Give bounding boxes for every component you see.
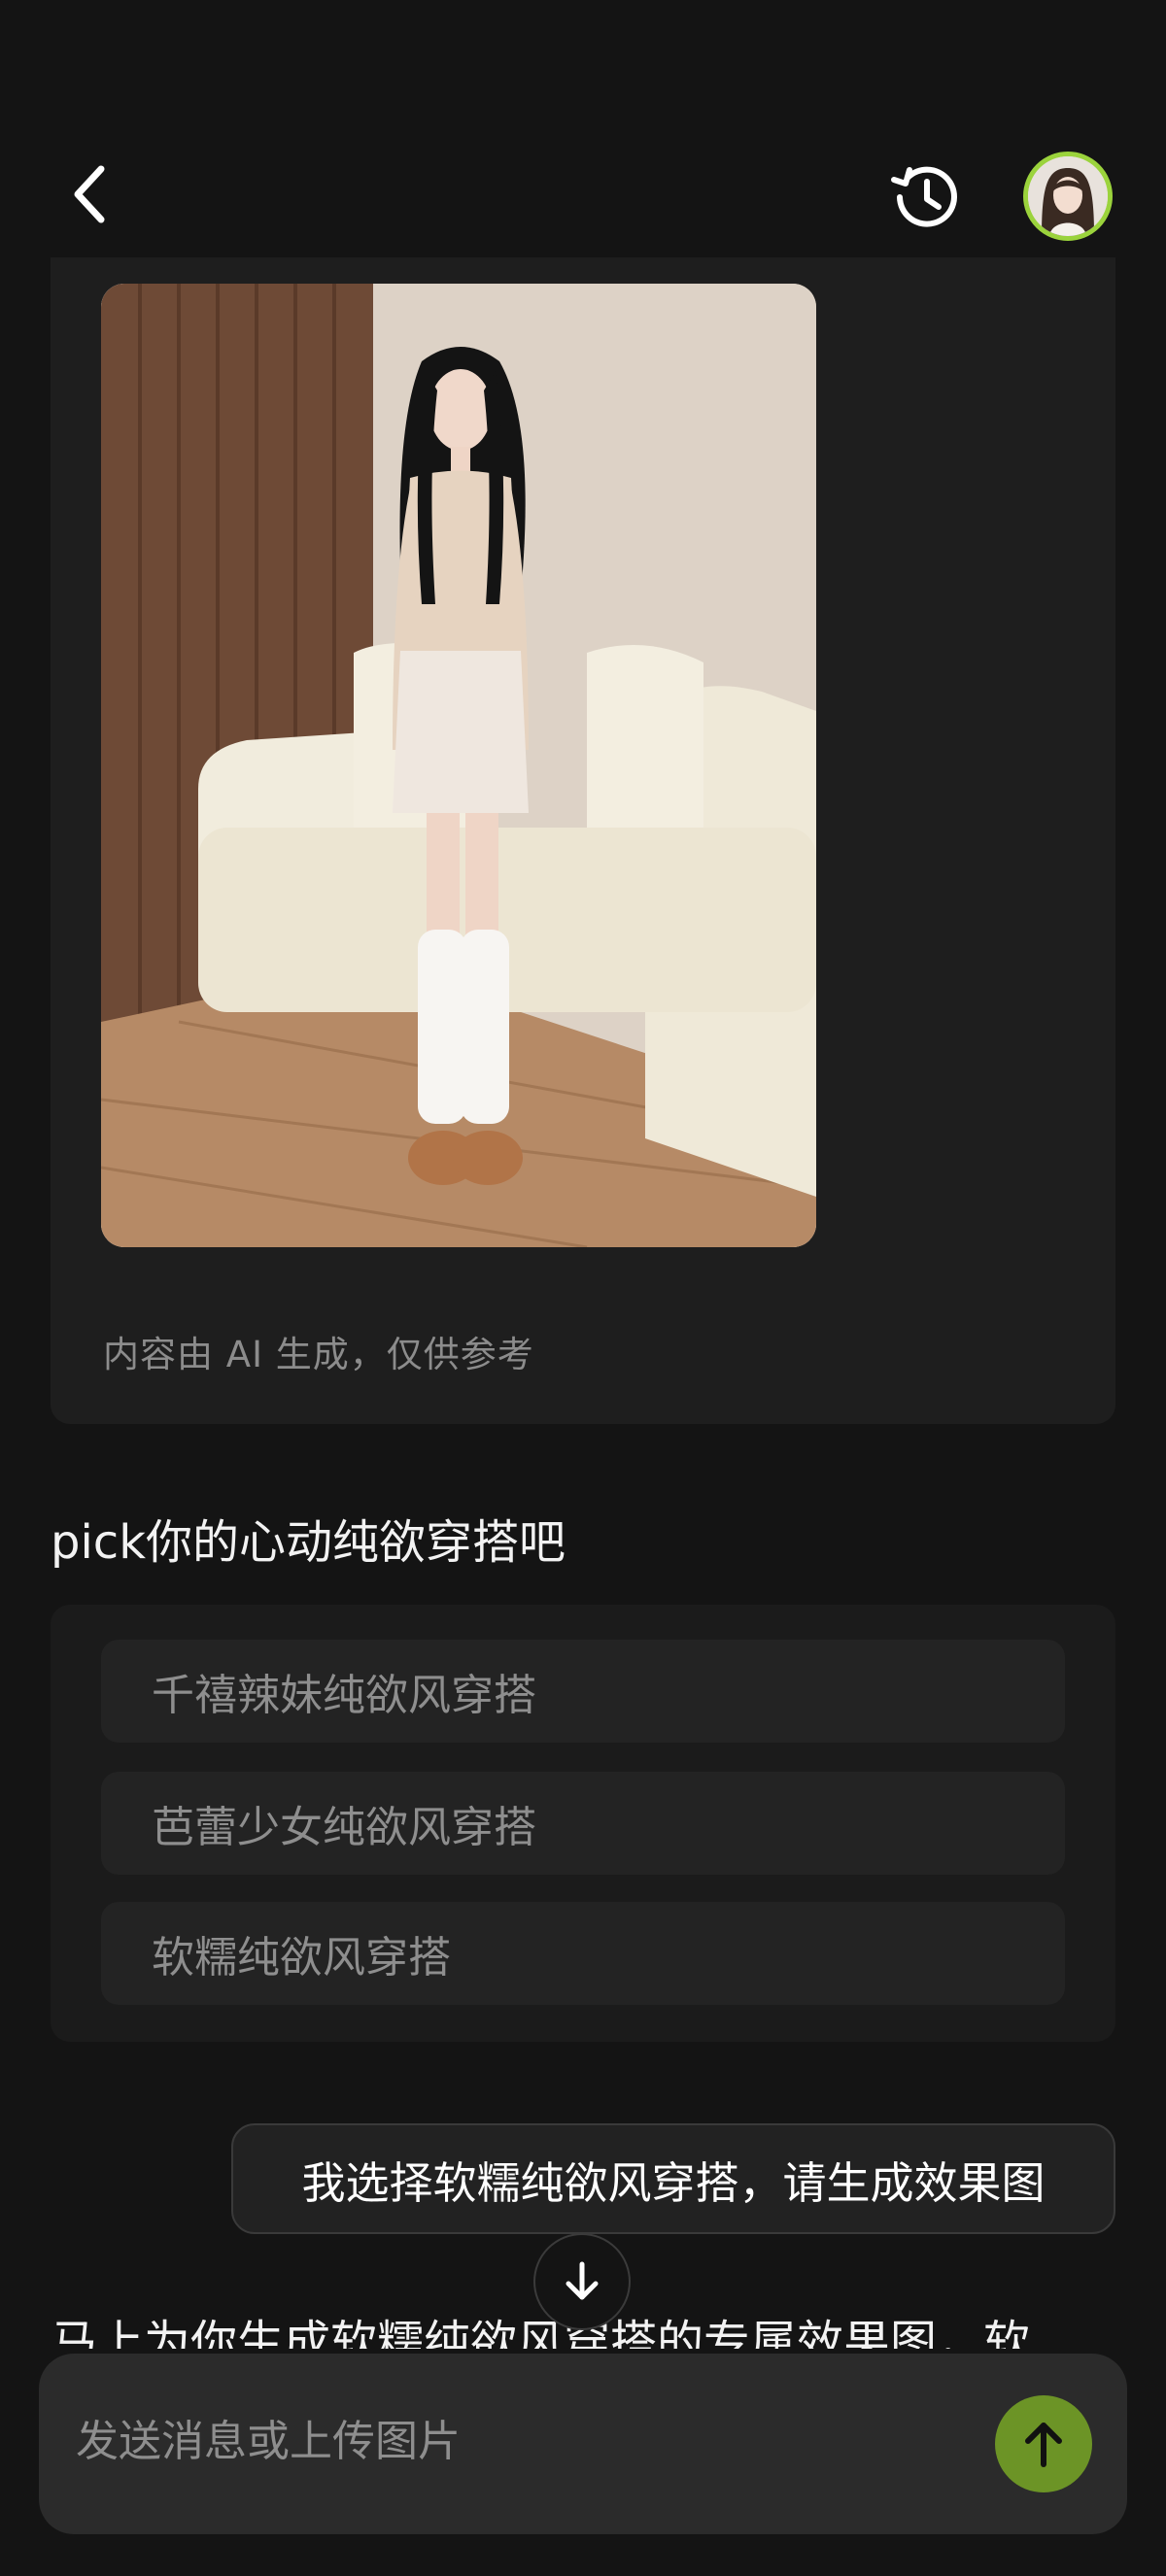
composer — [0, 2349, 1166, 2576]
message-input-bar — [39, 2354, 1127, 2534]
generated-image-card: 内容由 AI 生成，仅供参考 — [51, 254, 1115, 1424]
back-button[interactable] — [58, 155, 120, 233]
outfit-photo-illustration — [101, 284, 816, 1247]
message-input[interactable] — [76, 2402, 950, 2480]
send-button[interactable] — [995, 2395, 1092, 2492]
ai-disclaimer: 内容由 AI 生成，仅供参考 — [103, 1334, 534, 1375]
style-options-card: 千禧辣妹纯欲风穿搭 芭蕾少女纯欲风穿搭 软糯纯欲风穿搭 — [51, 1605, 1115, 2042]
arrow-up-icon — [1025, 2423, 1062, 2467]
top-bar — [0, 0, 1166, 257]
user-avatar-icon — [1028, 156, 1108, 236]
user-message-bubble: 我选择软糯纯欲风穿搭，请生成效果图 — [231, 2123, 1115, 2234]
option-millennium-spicy[interactable]: 千禧辣妹纯欲风穿搭 — [101, 1640, 1065, 1743]
option-soft-sweet[interactable]: 软糯纯欲风穿搭 — [101, 1902, 1065, 2005]
arrow-down-icon — [566, 2261, 599, 2300]
history-button[interactable] — [886, 158, 964, 236]
assistant-prompt: pick你的心动纯欲穿搭吧 — [51, 1515, 566, 1570]
chevron-left-icon — [74, 165, 105, 223]
generated-outfit-image[interactable] — [101, 284, 816, 1247]
avatar[interactable] — [1023, 152, 1113, 241]
history-clock-icon — [891, 166, 957, 227]
scroll-to-bottom-button[interactable] — [533, 2233, 631, 2330]
option-ballet-girl[interactable]: 芭蕾少女纯欲风穿搭 — [101, 1772, 1065, 1875]
